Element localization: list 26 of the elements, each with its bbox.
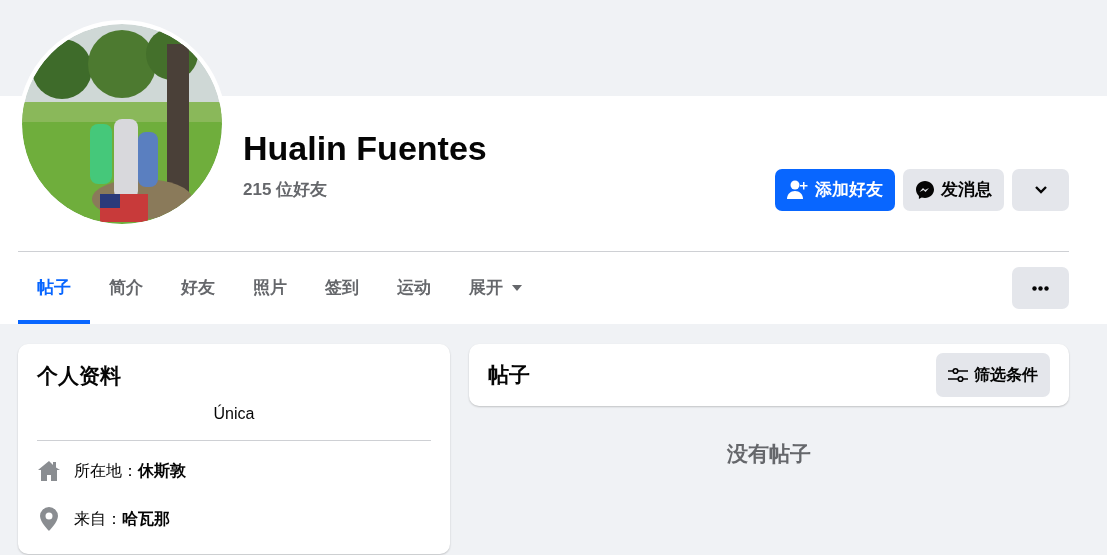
more-button[interactable] [1012, 267, 1069, 309]
home-icon [37, 459, 61, 482]
add-friend-icon [787, 180, 809, 200]
card-title: 帖子 [488, 362, 530, 389]
intro-detail: 所在地：休斯敦 [74, 460, 186, 481]
profile-tab[interactable]: 展开 [450, 252, 542, 324]
empty-message: 没有帖子 [726, 441, 812, 467]
messenger-icon [915, 180, 935, 200]
filter-icon [948, 367, 968, 383]
bio-text: Única [212, 403, 256, 424]
card-title: 个人资料 [37, 363, 122, 389]
friends-count[interactable]: 215 位好友 [243, 177, 775, 203]
more-icon [1032, 285, 1049, 291]
profile-name: Hualin Fuentes [243, 130, 488, 168]
filter-button[interactable]: 筛选条件 [936, 353, 1050, 397]
message-button[interactable]: 发消息 [903, 169, 1004, 211]
profile-tab[interactable]: 运动 [378, 252, 450, 324]
chevron-down-icon [1033, 185, 1048, 195]
profile-tab[interactable]: 好友 [162, 252, 234, 324]
profile-tab[interactable]: 简介 [90, 252, 162, 324]
profile-tab[interactable]: 签到 [306, 252, 378, 324]
location-pin-icon [39, 506, 59, 531]
add-friend-button[interactable]: 添加好友 [775, 169, 895, 211]
profile-tab[interactable]: 帖子 [18, 252, 90, 324]
intro-detail: 来自：哈瓦那 [74, 508, 170, 529]
profile-tab[interactable]: 照片 [234, 252, 306, 324]
